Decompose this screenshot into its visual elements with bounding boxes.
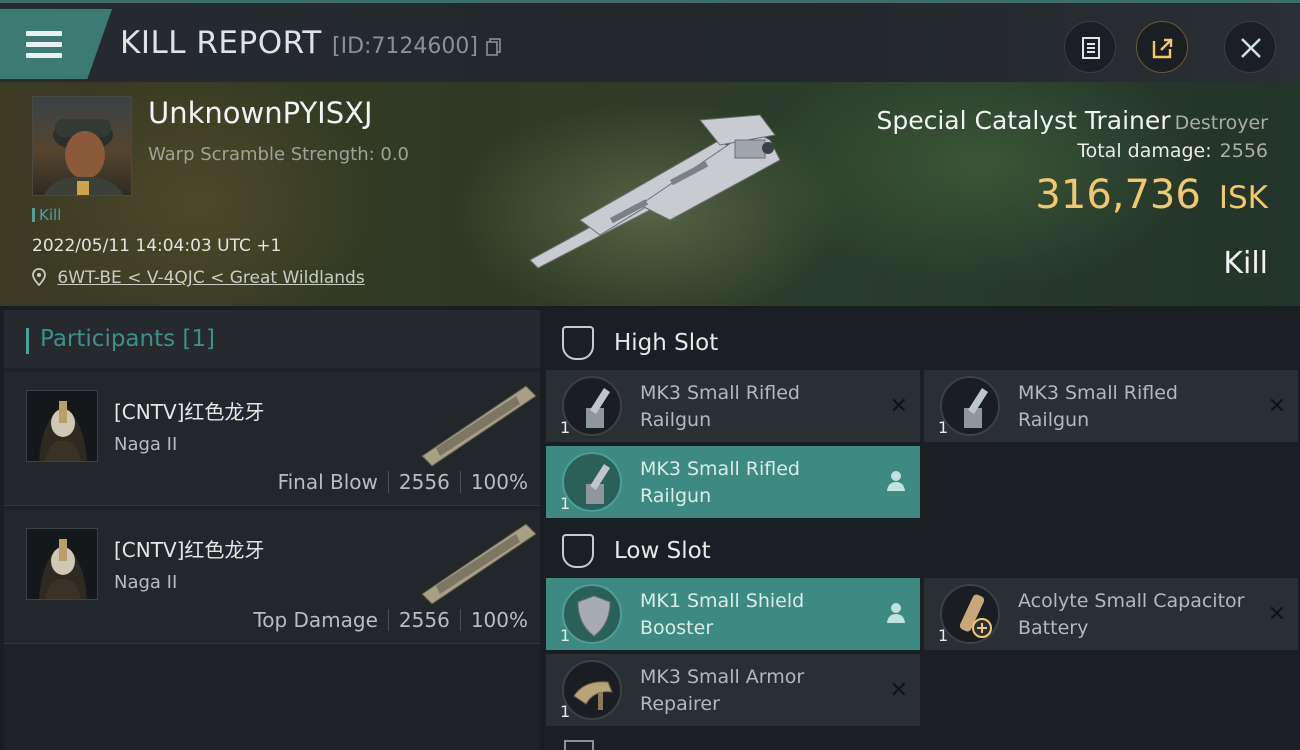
location-link[interactable]: 6WT-BE < V-4QJC < Great Wildlands [57, 268, 364, 288]
result-label: Kill [1223, 246, 1268, 281]
module-name: MK3 Small Armor Repairer [640, 666, 805, 715]
close-button[interactable] [1224, 21, 1276, 73]
module-name: MK3 Small Rifled Railgun [1018, 382, 1178, 431]
warp-scramble-strength: Warp Scramble Strength: 0.0 [148, 144, 410, 165]
participant-corp-name: [CNTV]红色龙牙 [114, 538, 265, 562]
module-qty: 1 [560, 626, 571, 645]
ship-class: Destroyer [1174, 112, 1268, 134]
module-qty: 1 [560, 702, 571, 721]
participant-avatar[interactable] [26, 390, 98, 462]
participants-header: Participants [1] [4, 310, 540, 368]
total-damage: Total damage: 2556 [1077, 140, 1268, 162]
module-name: Acolyte Small Capacitor Battery [1018, 590, 1245, 639]
kill-location[interactable]: 6WT-BE < V-4QJC < Great Wildlands [32, 268, 365, 288]
participant-role: Final Blow [277, 470, 378, 494]
next-slot-header-partial [544, 740, 1300, 750]
participant-stats: Top Damage 2556 100% [253, 608, 528, 632]
participant-role: Top Damage [253, 608, 378, 632]
module-item[interactable]: 1 Acolyte Small Capacitor Battery ✕ [924, 578, 1298, 650]
pilot-icon [887, 471, 905, 491]
kill-tag: Kill [32, 206, 61, 224]
participant-percent: 100% [470, 608, 528, 632]
clipboard-button[interactable] [1064, 21, 1116, 73]
menu-button[interactable] [0, 9, 112, 79]
participant-row[interactable]: [CNTV]红色龙牙 Naga II Final Blow 2556 100% [4, 372, 540, 506]
isk-value-display: 316,736 ISK [1035, 172, 1268, 218]
shield-booster-icon [562, 584, 622, 644]
capacitor-battery-icon [940, 584, 1000, 644]
share-button[interactable] [1136, 21, 1188, 73]
share-icon [1152, 38, 1173, 59]
ship-name: Special Catalyst Trainer [876, 106, 1171, 135]
victim-portrait[interactable] [32, 96, 132, 196]
participants-title: Participants [1] [40, 326, 215, 352]
copy-icon[interactable] [486, 38, 502, 56]
module-qty: 1 [938, 418, 949, 437]
high-slot-header: High Slot [544, 314, 1300, 372]
participant-percent: 100% [470, 470, 528, 494]
ship-title: Special Catalyst Trainer Destroyer [876, 106, 1268, 135]
module-qty: 1 [560, 494, 571, 513]
destroyed-x-icon: ✕ [889, 394, 908, 419]
railgun-icon [562, 376, 622, 436]
module-item[interactable]: 1 MK1 Small Shield Booster [546, 578, 920, 650]
isk-unit: ISK [1218, 180, 1268, 216]
location-pin-icon [32, 268, 46, 287]
clipboard-icon [1082, 37, 1100, 59]
isk-value: 316,736 [1035, 172, 1201, 218]
module-item[interactable]: 1 MK3 Small Armor Repairer ✕ [546, 654, 920, 726]
participant-ship: Naga II [114, 572, 178, 593]
page-title: KILL REPORT [120, 25, 322, 61]
module-name: MK3 Small Rifled Railgun [640, 382, 800, 431]
participant-corp-name: [CNTV]红色龙牙 [114, 400, 265, 424]
fitting-panel: High Slot 1 MK3 Small Rifled Railgun ✕ 1… [544, 310, 1300, 750]
total-damage-value: 2556 [1219, 140, 1268, 162]
railgun-icon [562, 452, 622, 512]
participant-avatar[interactable] [26, 528, 98, 600]
armor-repairer-icon [562, 660, 622, 720]
report-id: [ID:7124600] [332, 34, 478, 59]
low-slot-header: Low Slot [544, 522, 1300, 580]
menu-icon [26, 31, 62, 59]
high-slot-label: High Slot [614, 330, 719, 356]
module-item[interactable]: 1 MK3 Small Rifled Railgun ✕ [924, 370, 1298, 442]
participant-row[interactable]: [CNTV]红色龙牙 Naga II Top Damage 2556 100% [4, 510, 540, 644]
module-item[interactable]: 1 MK3 Small Rifled Railgun ✕ [546, 370, 920, 442]
high-slot-icon [562, 326, 594, 360]
weapon-icon [421, 385, 537, 467]
module-qty: 1 [938, 626, 949, 645]
participant-damage: 2556 [398, 608, 450, 632]
ship-image [529, 114, 781, 269]
module-item[interactable]: 1 MK3 Small Rifled Railgun [546, 446, 920, 518]
header-bar: KILL REPORT [ID:7124600] [0, 0, 1300, 82]
participant-stats: Final Blow 2556 100% [278, 470, 528, 494]
total-damage-label: Total damage: [1077, 140, 1212, 162]
participant-ship: Naga II [114, 434, 178, 455]
low-slot-icon [562, 534, 594, 568]
module-qty: 1 [560, 418, 571, 437]
participant-damage: 2556 [398, 470, 450, 494]
participants-panel: Participants [1] [CNTV]红色龙牙 Naga II Fina… [4, 310, 540, 750]
module-name: MK3 Small Rifled Railgun [640, 458, 800, 507]
victim-name: UnknownPYISXJ [148, 96, 373, 130]
close-icon [1241, 38, 1261, 58]
low-slot-label: Low Slot [614, 538, 711, 564]
destroyed-x-icon: ✕ [1267, 602, 1286, 627]
pilot-icon [887, 603, 905, 623]
railgun-icon [940, 376, 1000, 436]
weapon-icon [421, 523, 537, 605]
destroyed-x-icon: ✕ [1267, 394, 1286, 419]
kill-datetime: 2022/05/11 14:04:03 UTC +1 [32, 236, 282, 256]
module-name: MK1 Small Shield Booster [640, 590, 805, 639]
destroyed-x-icon: ✕ [889, 678, 908, 703]
